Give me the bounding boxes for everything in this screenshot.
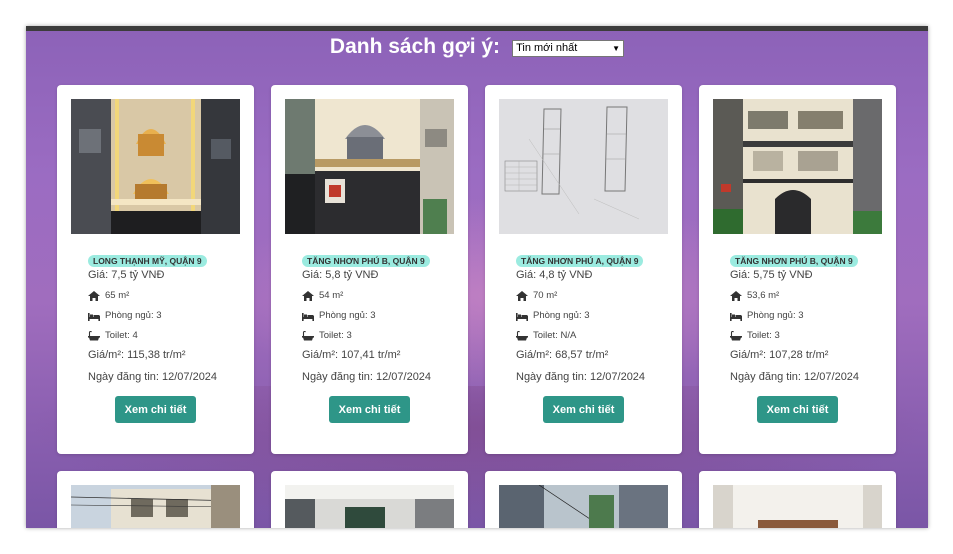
bedrooms-value: Phòng ngủ: 3	[319, 310, 376, 321]
home-icon	[516, 290, 528, 301]
view-details-button[interactable]: Xem chi tiết	[329, 396, 410, 423]
toilets-value: Toilet: 3	[319, 330, 352, 341]
bathtub-icon	[730, 330, 742, 340]
view-details-button[interactable]: Xem chi tiết	[543, 396, 624, 423]
listing-card[interactable]: TĂNG NHƠN PHÚ A, QUẬN 9 Giá: 4,8 tỷ VNĐ …	[485, 85, 682, 454]
floor-plan-photo	[499, 99, 668, 234]
bed-icon	[302, 312, 314, 321]
house-photo-4	[713, 99, 882, 234]
bedrooms-row: Phòng ngủ: 3	[516, 310, 590, 321]
toilets-row: Toilet: 3	[302, 330, 352, 341]
view-details-button[interactable]: Xem chi tiết	[757, 396, 838, 423]
area-row: 70 m²	[516, 290, 557, 301]
bed-icon	[88, 312, 100, 321]
listing-price: Giá: 7,5 tỷ VNĐ	[88, 269, 165, 281]
toilets-row: Toilet: 4	[88, 330, 138, 341]
view-details-button[interactable]: Xem chi tiết	[115, 396, 196, 423]
interior-photo-8	[713, 485, 882, 528]
posted-date: Ngày đăng tin: 12/07/2024	[302, 371, 432, 383]
browser-viewport: Danh sách gợi ý: Tin mới nhất ▼ LONG THẠ…	[26, 26, 928, 528]
bedrooms-value: Phòng ngủ: 3	[747, 310, 804, 321]
listing-price: Giá: 5,75 tỷ VNĐ	[730, 269, 813, 281]
listing-card[interactable]	[485, 471, 682, 528]
price-per-m2: Giá/m²: 68,57 tr/m²	[516, 349, 609, 361]
bedrooms-value: Phòng ngủ: 3	[105, 310, 162, 321]
posted-date: Ngày đăng tin: 12/07/2024	[730, 371, 860, 383]
listing-photo[interactable]	[713, 99, 882, 234]
sort-select[interactable]: Tin mới nhất ▼	[512, 39, 625, 57]
listing-card[interactable]: LONG THẠNH MỸ, QUẬN 9 Giá: 7,5 tỷ VNĐ 65…	[57, 85, 254, 454]
house-photo-1	[71, 99, 240, 234]
area-value: 53,6 m²	[747, 290, 780, 301]
toilets-value: Toilet: 3	[747, 330, 780, 341]
district-badge: TĂNG NHƠN PHÚ B, QUẬN 9	[302, 255, 430, 267]
listing-photo[interactable]	[71, 99, 240, 234]
bedrooms-value: Phòng ngủ: 3	[533, 310, 590, 321]
suggestions-header: Danh sách gợi ý: Tin mới nhất ▼	[26, 35, 928, 59]
price-per-m2: Giá/m²: 107,28 tr/m²	[730, 349, 829, 361]
listing-photo[interactable]	[71, 485, 240, 528]
listing-card[interactable]	[699, 471, 896, 528]
toilets-value: Toilet: 4	[105, 330, 138, 341]
toilets-row: Toilet: N/A	[516, 330, 576, 341]
listing-card[interactable]: TĂNG NHƠN PHÚ B, QUẬN 9 Giá: 5,8 tỷ VNĐ …	[271, 85, 468, 454]
chevron-down-icon: ▼	[612, 43, 621, 53]
bathtub-icon	[302, 330, 314, 340]
listing-photo[interactable]	[499, 485, 668, 528]
house-photo-5	[71, 485, 240, 528]
toilets-value: Toilet: N/A	[533, 330, 577, 341]
house-photo-2	[285, 99, 454, 234]
district-badge: TĂNG NHƠN PHÚ A, QUẬN 9	[516, 255, 644, 267]
district-badge: LONG THẠNH MỸ, QUẬN 9	[88, 255, 207, 267]
window-top-bar	[26, 26, 928, 31]
posted-date: Ngày đăng tin: 12/07/2024	[88, 371, 218, 383]
home-icon	[730, 290, 742, 301]
listing-price: Giá: 5,8 tỷ VNĐ	[302, 269, 379, 281]
district-badge: TĂNG NHƠN PHÚ B, QUẬN 9	[730, 255, 858, 267]
bathtub-icon	[88, 330, 100, 340]
area-row: 53,6 m²	[730, 290, 779, 301]
bedrooms-row: Phòng ngủ: 3	[88, 310, 162, 321]
price-per-m2: Giá/m²: 107,41 tr/m²	[302, 349, 401, 361]
listing-photo[interactable]	[499, 99, 668, 234]
bedrooms-row: Phòng ngủ: 3	[302, 310, 376, 321]
listing-photo[interactable]	[285, 485, 454, 528]
interior-photo-6	[285, 485, 454, 528]
listing-photo[interactable]	[285, 99, 454, 234]
sort-select-value: Tin mới nhất	[516, 42, 578, 54]
toilets-row: Toilet: 3	[730, 330, 780, 341]
bed-icon	[730, 312, 742, 321]
price-per-m2: Giá/m²: 115,38 tr/m²	[88, 349, 186, 361]
listing-card[interactable]	[57, 471, 254, 528]
home-icon	[88, 290, 100, 301]
page-title: Danh sách gợi ý:	[329, 35, 501, 58]
home-icon	[302, 290, 314, 301]
listing-photo[interactable]	[713, 485, 882, 528]
area-value: 70 m²	[533, 290, 558, 301]
bathtub-icon	[516, 330, 528, 340]
area-row: 54 m²	[302, 290, 343, 301]
posted-date: Ngày đăng tin: 12/07/2024	[516, 371, 646, 383]
area-row: 65 m²	[88, 290, 129, 301]
listing-price: Giá: 4,8 tỷ VNĐ	[516, 269, 593, 281]
area-value: 54 m²	[319, 290, 344, 301]
street-photo-7	[499, 485, 668, 528]
listing-card[interactable]: TĂNG NHƠN PHÚ B, QUẬN 9 Giá: 5,75 tỷ VNĐ…	[699, 85, 896, 454]
area-value: 65 m²	[105, 290, 130, 301]
bedrooms-row: Phòng ngủ: 3	[730, 310, 804, 321]
bed-icon	[516, 312, 528, 321]
listing-card[interactable]	[271, 471, 468, 528]
